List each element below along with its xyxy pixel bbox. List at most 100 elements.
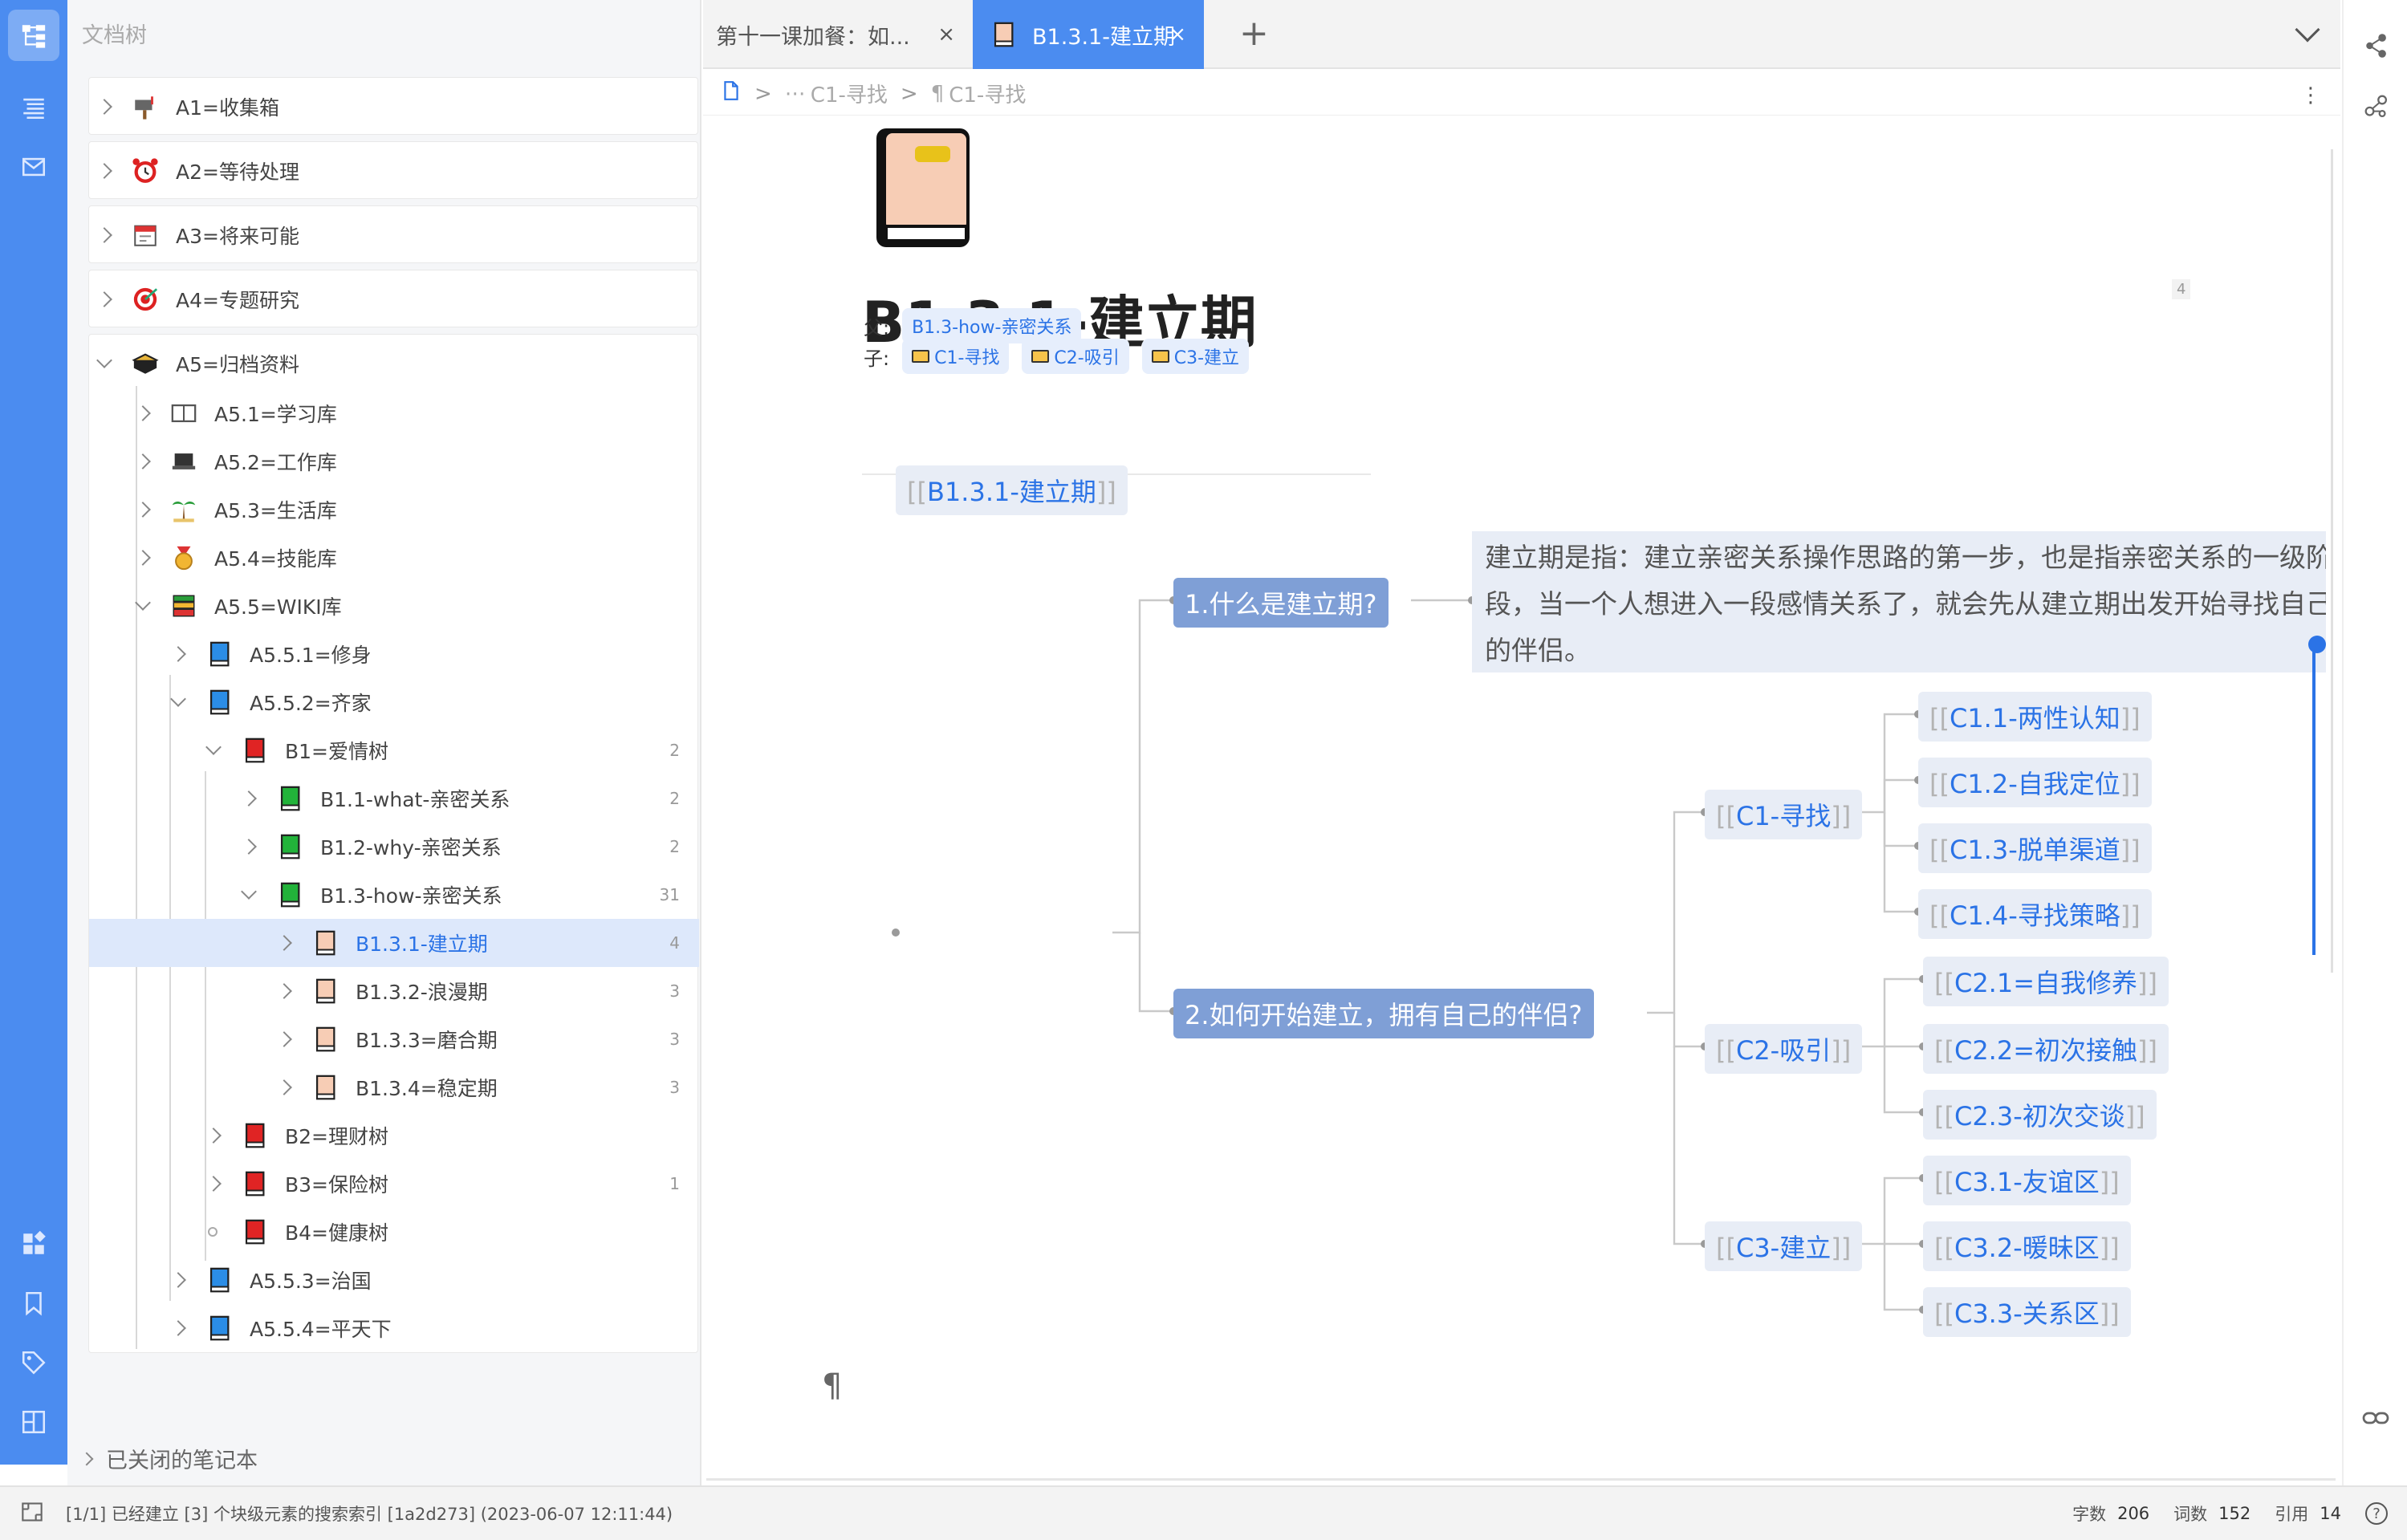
toggle-dock-icon[interactable] [21,1501,43,1526]
tree-item-selected[interactable]: B1.3.1-建立期 4 [89,919,699,967]
global-graph-icon[interactable] [2363,93,2390,124]
close-icon[interactable]: × [1169,22,1186,47]
tree-item[interactable]: A5.2=工作库 [89,437,699,486]
child-link[interactable]: C2-吸引 [1022,339,1129,374]
tree-item[interactable]: A5.5.2=齐家 [89,678,699,726]
status-message: [1/1] 已经建立 [3] 个块级元素的搜索索引 [1a2d273] (202… [66,1505,673,1524]
mindmap-answer-node[interactable]: 建立期是指：建立亲密关系操作思路的第一步，也是指亲密关系的一级阶段，当一个人想进… [1472,531,2326,672]
tree-item[interactable]: B1.3.3=磨合期 3 [89,1015,699,1063]
file-tree-icon[interactable] [8,10,59,61]
expand-chevron-icon[interactable] [79,1452,94,1465]
expand-chevron-icon[interactable] [96,291,112,307]
chevron-down-icon[interactable] [2295,17,2320,43]
expand-chevron-icon[interactable] [96,163,112,179]
chars-count: 206 [2117,1504,2150,1523]
mailbox-icon [131,92,160,121]
tree-item[interactable]: A5.5.4=平天下 [89,1304,699,1352]
target-icon [131,285,160,314]
tree-item[interactable]: B1.3.4=稳定期 3 [89,1063,699,1111]
link-icon[interactable] [2361,1406,2390,1433]
tree-item[interactable]: B1.3-how-亲密关系 31 [89,871,699,919]
expand-chevron-icon[interactable] [96,99,112,115]
tree-item[interactable]: A5.4=技能库 [89,534,699,582]
tree-item[interactable]: B1=爱情树 2 [89,726,699,774]
mindmap-leaf[interactable]: [[C3.1-友谊区]] [1923,1156,2131,1205]
document-book-icon[interactable] [870,124,976,255]
tab-lesson[interactable]: 第十一课加餐：如... × [703,0,973,69]
mindmap-leaf[interactable]: [[C2.1=自我修养]] [1923,957,2169,1006]
mindmap-root-node[interactable]: [[B1.3.1-建立期]] [896,465,1128,515]
mindmap-branch-c2[interactable]: [[C2-吸引]] [1705,1024,1863,1074]
ref-count: 3 [669,1078,680,1097]
tree-item[interactable]: B3=保险树 1 [89,1160,699,1208]
tab-active-document[interactable]: B1.3.1-建立期 × [973,0,1204,69]
tree-item[interactable]: B2=理财树 [89,1111,699,1160]
mindmap-leaf[interactable]: [[C2.3-初次交谈]] [1923,1090,2157,1140]
close-icon[interactable]: × [937,22,955,47]
mindmap-branch-c1[interactable]: [[C1-寻找]] [1705,790,1863,839]
ref-count-badge[interactable]: 4 [2172,279,2191,299]
words-label: 词数 [2173,1505,2208,1524]
mindmap-leaf-label: C2.1=自我修养 [1954,968,2138,998]
tree-item[interactable]: A5.3=生活库 [89,486,699,534]
mindmap-question-1[interactable]: 1.什么是建立期? [1173,578,1388,628]
resize-handle[interactable] [2308,636,2326,653]
parent-link-text: B1.3-how-亲密关系 [912,318,1072,338]
tree-item-label: A5.3=生活库 [214,499,337,522]
inbox-icon[interactable] [8,141,59,193]
mindmap-leaf[interactable]: [[C1.1-两性认知]] [1918,692,2152,742]
book-open-icon [169,399,198,428]
tree-item[interactable]: B4=健康树 [89,1208,699,1256]
document-icon[interactable] [721,79,742,108]
mindmap-branch-label: C3-建立 [1735,1233,1832,1263]
notebook-a5-header[interactable]: A5=归档资料 [89,339,699,388]
refs-count: 14 [2320,1504,2341,1523]
mindmap-leaf[interactable]: [[C1.4-寻找策略]] [1918,889,2152,939]
tab-label: B1.3.1-建立期 [1032,24,1175,50]
red-book-icon [240,736,269,765]
layout-icon[interactable] [8,1396,59,1448]
add-tab-button[interactable]: + [1239,13,1269,54]
widgets-icon[interactable] [8,1218,59,1270]
mindmap-leaf[interactable]: [[C1.2-自我定位]] [1918,758,2152,807]
notebook-a4[interactable]: A4=专题研究 [88,270,698,327]
mindmap-leaf-label: C3.3-关系区 [1954,1298,2100,1329]
scrollbar[interactable] [706,1478,2336,1481]
tag-icon[interactable] [8,1337,59,1388]
breadcrumb-item[interactable]: C1-寻找 [811,79,888,108]
notebook-a3[interactable]: A3=将来可能 [88,205,698,263]
tree-item[interactable]: A5.5=WIKI库 [89,582,699,630]
folder-icon [1031,350,1050,363]
mindmap-leaf[interactable]: [[C1.3-脱单渠道]] [1918,823,2152,873]
child-link[interactable]: C3-建立 [1141,339,1250,374]
tab-bar: 第十一课加餐：如... × B1.3.1-建立期 × + [703,0,2340,69]
mindmap-question-2[interactable]: 2.如何开始建立，拥有自己的伴侣? [1173,989,1594,1038]
tree-item[interactable]: A5.5.3=治国 [89,1256,699,1304]
tree-item-label: A5.5.4=平天下 [250,1318,392,1341]
green-book-icon [275,832,304,861]
tree-item[interactable]: B1.2-why-亲密关系 2 [89,823,699,871]
closed-notebooks[interactable]: 已关闭的笔记本 [79,1443,258,1474]
mindmap-leaf[interactable]: [[C3.3-关系区]] [1923,1287,2131,1337]
mindmap-leaf[interactable]: [[C2.2=初次接触]] [1923,1024,2169,1074]
tree-item[interactable]: A5.1=学习库 [89,389,699,437]
mindmap-leaf-label: C1.4-寻找策略 [1949,900,2120,931]
mindmap-branch-c3[interactable]: [[C3-建立]] [1705,1221,1863,1271]
notebook-a2[interactable]: A2=等待处理 [88,141,698,199]
outline-icon[interactable] [8,82,59,133]
help-icon[interactable]: ? [2365,1502,2388,1525]
mindmap-leaf[interactable]: [[C3.2-暖昧区]] [1923,1221,2131,1271]
tree-item[interactable]: A5.5.1=修身 [89,630,699,678]
scrollbar[interactable] [2331,149,2333,973]
child-link[interactable]: C1-寻找 [902,339,1010,374]
graph-view-icon[interactable] [2363,32,2390,63]
breadcrumb-item[interactable]: C1-寻找 [949,79,1026,108]
bookmark-icon[interactable] [8,1278,59,1329]
more-options-button[interactable]: ⋮ [2300,83,2321,108]
expand-chevron-icon[interactable] [96,227,112,243]
collapse-chevron-icon[interactable] [96,352,112,368]
paragraph-mark-icon[interactable]: ¶ [822,1367,842,1404]
tree-item[interactable]: B1.3.2-浪漫期 3 [89,967,699,1015]
tree-item[interactable]: B1.1-what-亲密关系 2 [89,774,699,823]
notebook-a1[interactable]: A1=收集箱 [88,77,698,135]
